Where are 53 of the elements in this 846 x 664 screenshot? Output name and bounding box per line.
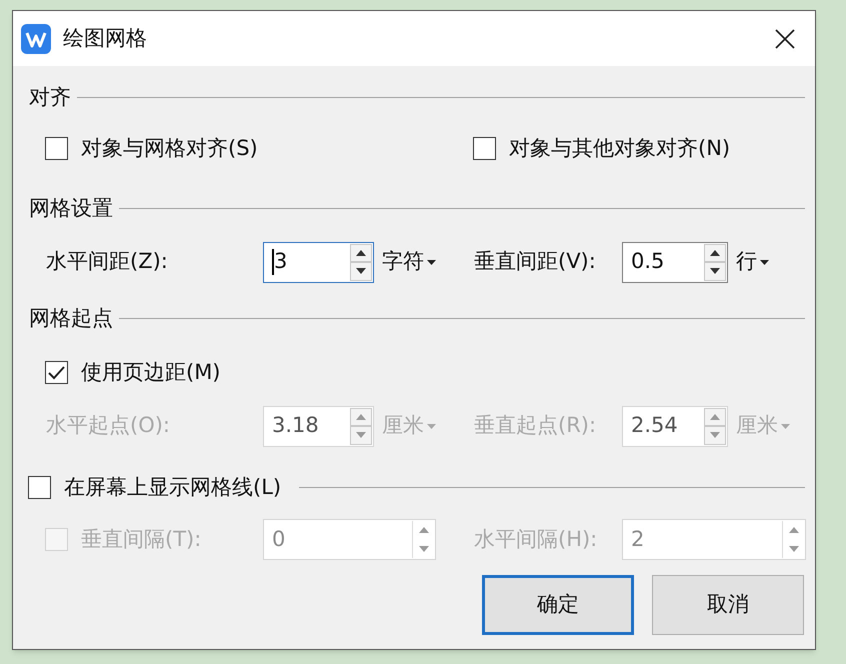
caret-icon <box>781 424 790 428</box>
down-arrow-icon <box>356 432 366 438</box>
unit-dropdown[interactable]: 字符 <box>382 246 436 278</box>
spin-field[interactable]: 0.5 <box>622 242 728 282</box>
field-label: 水平间距(Z): <box>46 248 169 276</box>
spin-up-button[interactable] <box>350 244 372 262</box>
field-label: 垂直起点(R): <box>474 412 598 440</box>
checkbox-label: 使用页边距(M) <box>81 359 221 386</box>
field-label: 水平间隔(H): <box>474 526 598 553</box>
field-value: 2 <box>631 526 644 553</box>
section-title: 对齐 <box>29 84 71 111</box>
window-title: 绘图网格 <box>63 24 147 52</box>
close-icon <box>775 28 795 48</box>
up-arrow-icon <box>356 414 366 420</box>
up-arrow-icon <box>788 527 798 534</box>
up-arrow-icon <box>356 250 366 256</box>
spin-down-button[interactable] <box>350 262 372 280</box>
up-arrow-icon <box>710 414 720 420</box>
checkbox[interactable] <box>473 136 496 160</box>
spin-down-button[interactable] <box>704 262 726 280</box>
down-arrow-icon <box>710 432 720 438</box>
down-arrow-icon <box>710 268 720 274</box>
field-value: 3 <box>274 248 288 276</box>
app-logo-icon <box>21 24 51 54</box>
dialog-button[interactable]: 确定 <box>482 575 634 635</box>
field-label: 水平起点(O): <box>46 412 171 440</box>
field-value: 0 <box>272 526 286 553</box>
dialog-button[interactable]: 取消 <box>652 575 804 635</box>
field-value: 3.18 <box>272 412 319 440</box>
unit-dropdown[interactable]: 行 <box>736 246 769 278</box>
checkbox-label: 在屏幕上显示网格线(L) <box>64 474 282 500</box>
up-arrow-icon <box>418 527 428 534</box>
caret-icon <box>427 260 436 264</box>
checkbox-label: 垂直间隔(T): <box>81 526 202 553</box>
checkbox[interactable] <box>45 136 68 160</box>
checkbox[interactable] <box>28 476 51 499</box>
down-arrow-icon <box>788 546 798 552</box>
section-title: 网格设置 <box>29 195 113 222</box>
up-arrow-icon <box>710 250 720 256</box>
caret-icon <box>760 260 769 264</box>
caret-icon <box>427 424 436 428</box>
down-arrow-icon <box>418 546 428 552</box>
checkbox-label: 对象与其他对象对齐(N) <box>509 134 730 162</box>
checkmark-icon <box>48 366 65 380</box>
section-title: 网格起点 <box>29 304 113 332</box>
checkbox[interactable] <box>45 361 68 384</box>
field-value: 2.54 <box>631 412 678 440</box>
field-label: 垂直间距(V): <box>474 248 597 276</box>
down-arrow-icon <box>356 268 366 274</box>
checkbox-label: 对象与网格对齐(S) <box>81 134 258 162</box>
spin-up-button[interactable] <box>704 244 726 262</box>
field-value: 0.5 <box>631 248 664 276</box>
spin-field[interactable]: 3 <box>263 242 374 282</box>
